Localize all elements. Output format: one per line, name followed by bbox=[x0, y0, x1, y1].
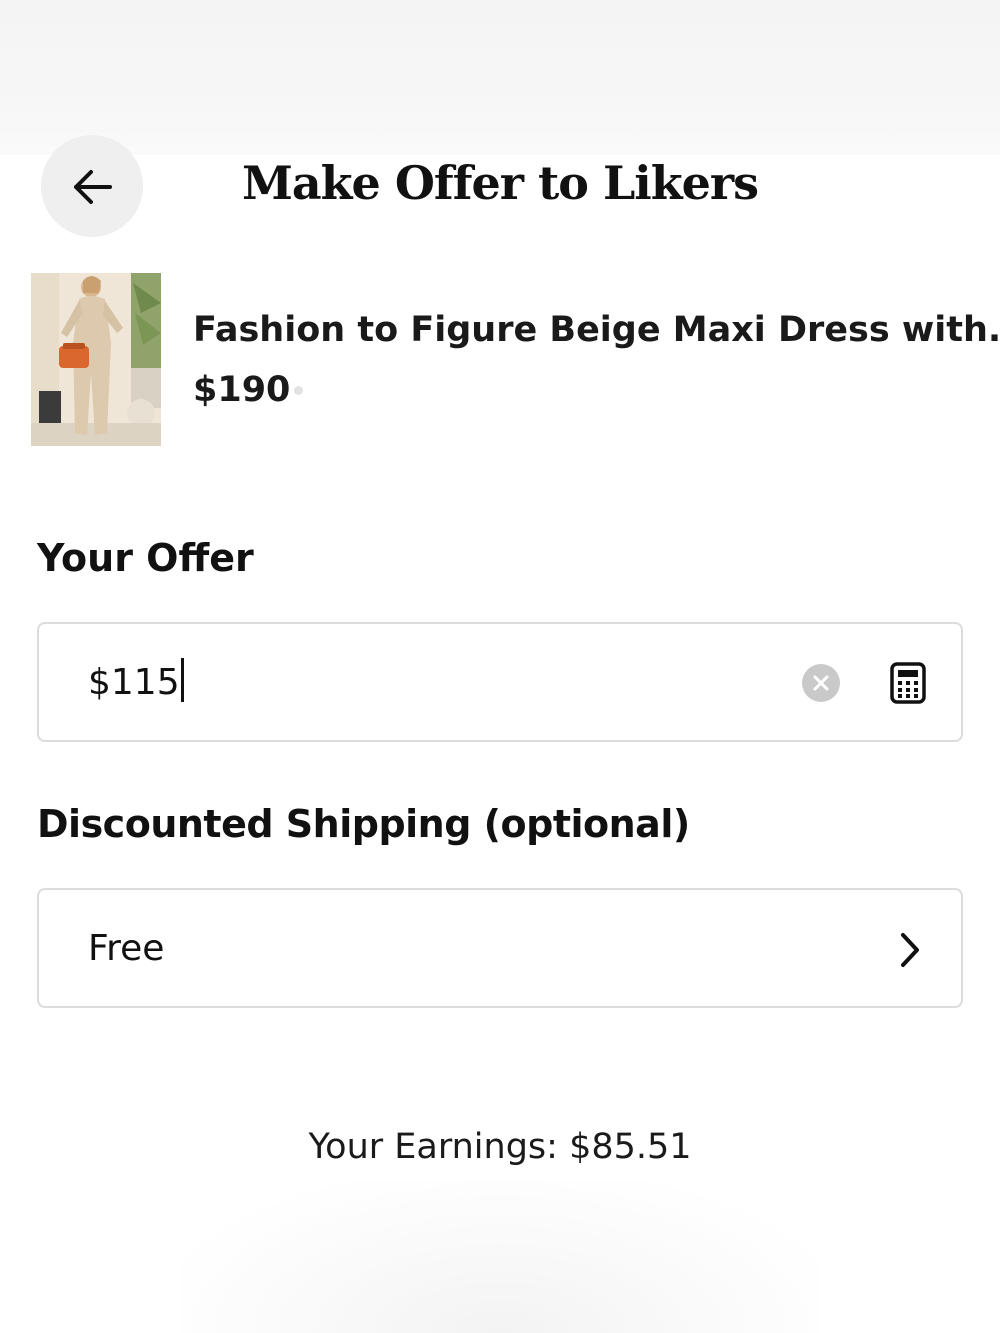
status-bar-area bbox=[0, 0, 1000, 155]
calculator-button[interactable] bbox=[890, 662, 926, 704]
offer-input[interactable]: $115 bbox=[88, 658, 184, 707]
price-dot bbox=[294, 386, 303, 395]
clear-circle-icon bbox=[813, 675, 829, 691]
earnings-label: Your Earnings: bbox=[308, 1127, 570, 1167]
calculator-icon bbox=[890, 662, 926, 704]
discounted-shipping-label: Discounted Shipping (optional) bbox=[37, 802, 690, 846]
product-price: $190 bbox=[193, 370, 291, 410]
your-earnings: Your Earnings: $85.51 bbox=[0, 1123, 1000, 1171]
arrow-left-icon bbox=[74, 170, 112, 204]
shipping-value: Free bbox=[88, 928, 165, 969]
offer-input-value: $115 bbox=[88, 662, 180, 703]
product-image bbox=[31, 273, 161, 446]
earnings-amount: $85.51 bbox=[569, 1127, 692, 1167]
your-offer-label: Your Offer bbox=[37, 536, 254, 580]
clear-input-button[interactable] bbox=[802, 664, 840, 702]
back-button[interactable] bbox=[41, 135, 143, 237]
bottom-action-area bbox=[180, 1180, 820, 1333]
product-thumbnail[interactable] bbox=[31, 273, 161, 446]
product-title[interactable]: Fashion to Figure Beige Maxi Dress with.… bbox=[193, 305, 1000, 355]
offer-input-field[interactable]: $115 bbox=[37, 622, 963, 742]
chevron-right-icon bbox=[901, 933, 919, 967]
text-cursor bbox=[180, 658, 184, 702]
shipping-selector[interactable]: Free bbox=[37, 888, 963, 1008]
page-title: Make Offer to Likers bbox=[241, 156, 759, 210]
